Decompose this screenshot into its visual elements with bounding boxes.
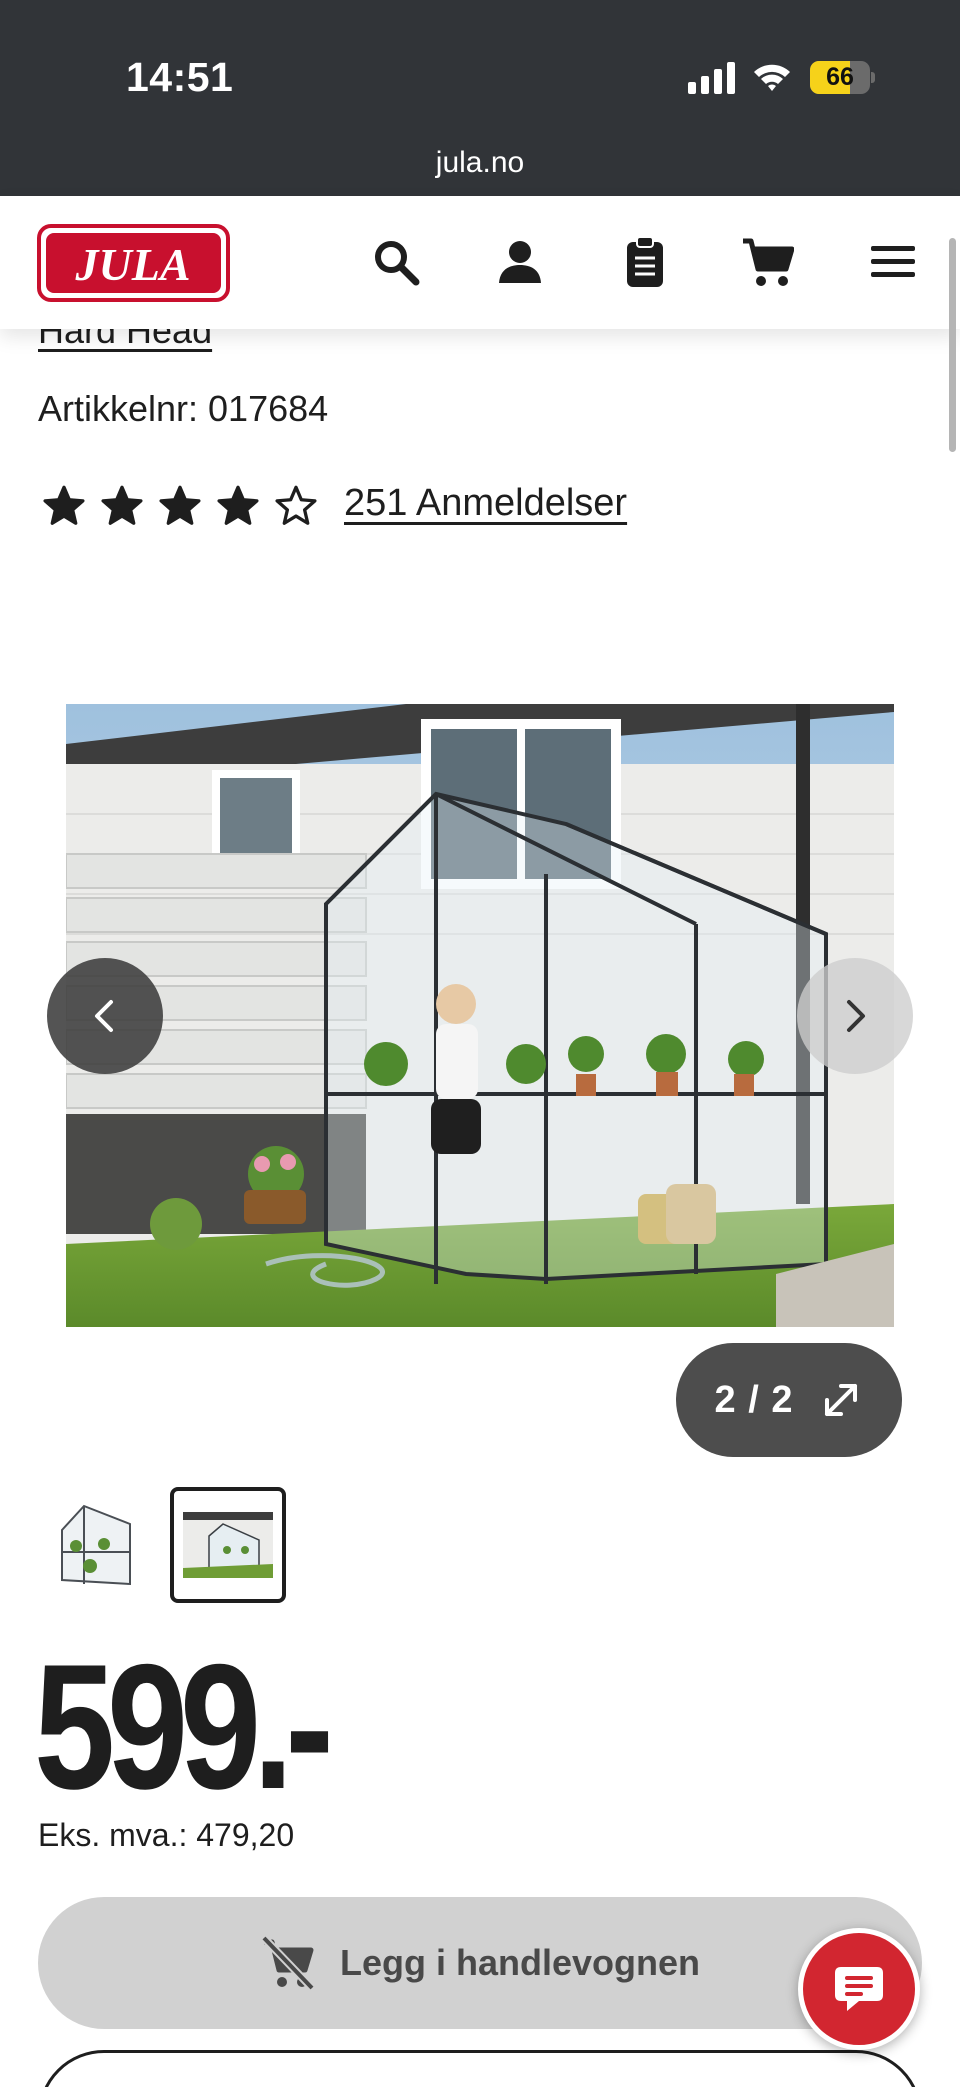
- secondary-action-button[interactable]: [38, 2050, 922, 2087]
- star-filled-icon: [217, 485, 259, 525]
- add-to-cart-label: Legg i handlevognen: [339, 1942, 701, 1983]
- cart-icon[interactable]: [738, 232, 798, 292]
- cart-disabled-icon: [261, 1936, 315, 1990]
- menu-icon[interactable]: [863, 232, 923, 292]
- thumbnail-image-1[interactable]: [38, 1487, 154, 1603]
- reviews-link[interactable]: 251 Anmeldelser: [344, 482, 627, 525]
- add-to-cart-button[interactable]: Legg i handlevognen: [38, 1897, 922, 2029]
- shopping-list-icon[interactable]: [615, 232, 675, 292]
- thumbnail-image-2[interactable]: [170, 1487, 286, 1603]
- rating-stars[interactable]: [42, 484, 318, 528]
- status-time: 14:51: [126, 54, 234, 100]
- article-number: Artikkelnr: 017684: [38, 388, 329, 429]
- status-bar: 14:51 66 jula.no: [0, 0, 960, 196]
- chevron-left-icon: [95, 1000, 113, 1032]
- cellular-signal-icon: [688, 62, 735, 94]
- price-excl-vat: Eks. mva.: 479,20: [38, 1817, 295, 1853]
- search-icon[interactable]: [366, 232, 426, 292]
- chat-button[interactable]: [798, 1928, 920, 2050]
- wifi-icon: [754, 64, 790, 91]
- expand-icon: [825, 1384, 858, 1416]
- product-price: 599.-: [34, 1627, 334, 1826]
- star-filled-icon: [43, 485, 85, 525]
- site-header: JULA: [0, 196, 960, 329]
- jula-logo[interactable]: JULA: [37, 224, 230, 302]
- chat-icon: [835, 1967, 883, 2011]
- star-filled-icon: [101, 485, 143, 525]
- address-bar-url[interactable]: jula.no: [0, 146, 960, 180]
- battery-level: 66: [826, 63, 854, 91]
- product-image[interactable]: [66, 704, 894, 1327]
- fullscreen-image-button[interactable]: 2 / 2: [676, 1343, 902, 1457]
- image-counter: 2 / 2: [714, 1378, 794, 1421]
- star-empty-icon: [275, 485, 317, 525]
- chevron-right-icon: [847, 1000, 865, 1032]
- page-scrollbar[interactable]: [949, 238, 956, 452]
- svg-text:JULA: JULA: [75, 239, 191, 290]
- account-icon[interactable]: [490, 232, 550, 292]
- next-image-button[interactable]: [797, 958, 913, 1074]
- star-filled-icon: [159, 485, 201, 525]
- battery-indicator: 66: [810, 61, 875, 94]
- previous-image-button[interactable]: [47, 958, 163, 1074]
